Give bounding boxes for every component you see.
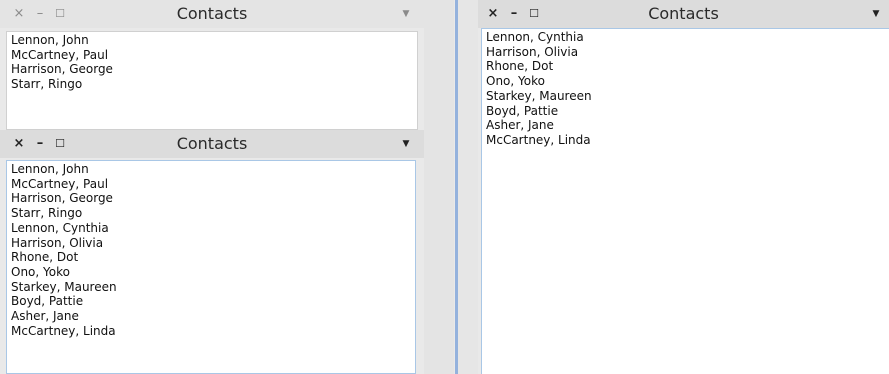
list-item[interactable]: Asher, Jane <box>11 309 415 324</box>
contacts-panel-right: × – ☐ Contacts ▼ Lennon, Cynthia Harrison… <box>478 0 889 374</box>
list-item[interactable]: Starkey, Maureen <box>11 280 415 295</box>
app-window: × – ☐ Contacts ▼ Lennon, John McCartney, … <box>0 0 889 374</box>
list-item[interactable]: Starr, Ringo <box>11 77 417 92</box>
contacts-panel-top-left: × – ☐ Contacts ▼ Lennon, John McCartney, … <box>0 0 424 130</box>
list-item[interactable]: Lennon, John <box>11 162 415 177</box>
list-item[interactable]: Boyd, Pattie <box>11 294 415 309</box>
panel-titlebar[interactable]: × – ☐ Contacts ▼ <box>478 0 889 28</box>
panel-titlebar[interactable]: × – ☐ Contacts ▼ <box>0 0 424 28</box>
contacts-panel-bottom-left: × – ☐ Contacts ▼ Lennon, John McCartney, … <box>0 130 424 374</box>
list-item[interactable]: McCartney, Linda <box>486 133 889 148</box>
panel-titlebar[interactable]: × – ☐ Contacts ▼ <box>0 130 424 158</box>
chevron-down-icon[interactable]: ▼ <box>869 0 883 28</box>
contacts-list[interactable]: Lennon, John McCartney, Paul Harrison, Geo… <box>6 31 418 130</box>
panel-title: Contacts <box>176 4 248 23</box>
list-item[interactable]: Lennon, John <box>11 33 417 48</box>
list-item[interactable]: Rhone, Dot <box>486 59 889 74</box>
list-item[interactable]: McCartney, Paul <box>11 48 417 63</box>
list-item[interactable]: Harrison, George <box>11 62 417 77</box>
splitter[interactable] <box>424 0 454 374</box>
panel-title: Contacts <box>648 4 719 23</box>
list-item[interactable]: Harrison, George <box>11 191 415 206</box>
list-item[interactable]: Harrison, Olivia <box>486 45 889 60</box>
splitter-shadow <box>458 0 478 374</box>
contacts-list[interactable]: Lennon, John McCartney, Paul Harrison, Geo… <box>6 160 416 374</box>
list-item[interactable]: Asher, Jane <box>486 118 889 133</box>
chevron-down-icon[interactable]: ▼ <box>399 130 413 158</box>
list-item[interactable]: Starr, Ringo <box>11 206 415 221</box>
list-item[interactable]: Boyd, Pattie <box>486 104 889 119</box>
list-item[interactable]: Lennon, Cynthia <box>486 30 889 45</box>
list-item[interactable]: Harrison, Olivia <box>11 236 415 251</box>
contacts-list[interactable]: Lennon, Cynthia Harrison, Olivia Rhone, Do… <box>481 28 889 374</box>
list-item[interactable]: McCartney, Paul <box>11 177 415 192</box>
list-item[interactable]: Starkey, Maureen <box>486 89 889 104</box>
list-item[interactable]: Lennon, Cynthia <box>11 221 415 236</box>
list-item[interactable]: Rhone, Dot <box>11 250 415 265</box>
list-item[interactable]: McCartney, Linda <box>11 324 415 339</box>
chevron-down-icon[interactable]: ▼ <box>399 0 413 28</box>
list-item[interactable]: Ono, Yoko <box>11 265 415 280</box>
list-item[interactable]: Ono, Yoko <box>486 74 889 89</box>
panel-title: Contacts <box>176 134 248 153</box>
